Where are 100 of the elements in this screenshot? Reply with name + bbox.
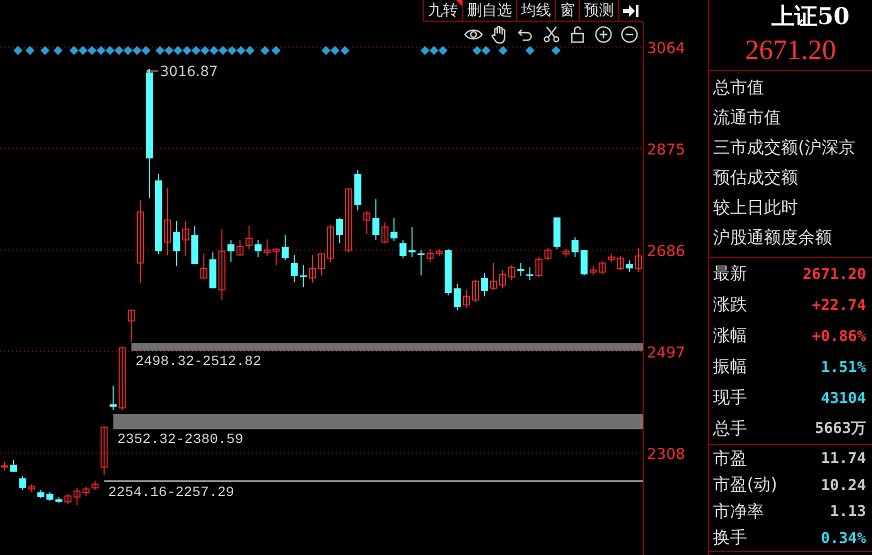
candle xyxy=(634,247,642,273)
candle xyxy=(408,226,416,258)
candle xyxy=(336,217,344,244)
candle xyxy=(110,385,117,411)
field-label: 较上日此时 xyxy=(713,197,799,220)
candle xyxy=(580,250,588,276)
candle xyxy=(46,492,54,502)
candle xyxy=(345,188,352,253)
stat-label: 换手 xyxy=(713,527,747,550)
stat-value: 1.51% xyxy=(820,358,866,376)
stat-label: 现手 xyxy=(713,387,747,409)
toolbar-button[interactable]: 窗 xyxy=(556,0,580,21)
candle xyxy=(1,462,8,471)
candle xyxy=(19,476,26,491)
candle xyxy=(472,280,479,303)
candle xyxy=(544,247,552,261)
candle xyxy=(572,236,579,258)
candle xyxy=(390,217,398,242)
candle xyxy=(246,225,253,250)
candle xyxy=(490,262,498,290)
gap-range-label: 2254.16-2257.29 xyxy=(108,484,234,501)
candle xyxy=(318,253,325,276)
candle xyxy=(381,222,388,244)
candle xyxy=(400,239,406,259)
axis-tick-label: 2686 xyxy=(647,242,686,260)
candle xyxy=(227,239,234,262)
candle xyxy=(590,266,597,276)
candle xyxy=(481,272,488,297)
candle xyxy=(553,216,560,250)
candle xyxy=(73,487,80,506)
stat-label: 总手 xyxy=(713,418,747,440)
candle xyxy=(92,480,99,491)
zoom-in-icon[interactable] xyxy=(594,25,613,44)
lock-icon[interactable] xyxy=(568,25,587,44)
candle xyxy=(327,224,334,262)
candle xyxy=(354,170,362,211)
candle xyxy=(308,254,316,284)
toolbar-button[interactable]: 预测 xyxy=(580,0,619,21)
candle xyxy=(264,238,271,257)
candle xyxy=(562,248,570,258)
gap-range-label: 2352.32-2380.59 xyxy=(117,432,244,448)
field-label: 总市值 xyxy=(713,77,765,100)
stat-value: 0.34% xyxy=(820,528,866,547)
candle xyxy=(254,239,262,258)
candle xyxy=(418,250,425,276)
candle xyxy=(100,426,108,476)
candle xyxy=(82,486,90,496)
candle xyxy=(128,310,135,342)
candle xyxy=(182,220,190,257)
axis-tick-label: 2875 xyxy=(647,140,686,159)
candle xyxy=(598,260,606,275)
candle xyxy=(372,198,380,240)
peak-leader-line xyxy=(146,68,158,74)
stat-label: 最新 xyxy=(713,263,747,285)
candle xyxy=(10,460,18,472)
candle xyxy=(363,210,370,235)
candle xyxy=(499,269,506,289)
toolbar-button[interactable]: 删自选 xyxy=(463,0,517,21)
candle xyxy=(454,283,461,311)
candle xyxy=(436,248,443,257)
stat-value: +22.74 xyxy=(812,296,866,314)
stat-value: 10.24 xyxy=(820,476,866,494)
candle xyxy=(626,260,633,273)
scissors-icon[interactable] xyxy=(542,25,561,44)
candle xyxy=(209,252,216,289)
toolbar-button[interactable]: 九转 xyxy=(424,0,463,21)
candle xyxy=(444,248,452,296)
candle xyxy=(426,248,434,262)
candle xyxy=(290,254,298,283)
candle xyxy=(28,484,36,493)
candle xyxy=(164,188,172,256)
stat-value: 5663万 xyxy=(814,419,866,438)
candle xyxy=(462,289,470,309)
axis-tick-label: 3064 xyxy=(647,39,686,58)
peak-price-label: 3016.87 xyxy=(160,64,218,80)
stat-label: 市盈(动) xyxy=(713,474,778,496)
toolbar-button[interactable]: 均线 xyxy=(517,0,556,21)
zoom-out-icon[interactable] xyxy=(620,25,639,44)
candle xyxy=(37,490,44,499)
stat-label: 振幅 xyxy=(713,356,747,378)
stat-label: 涨幅 xyxy=(713,325,747,347)
stat-value: 43104 xyxy=(820,388,866,406)
candle xyxy=(200,253,208,279)
candle xyxy=(535,256,542,278)
field-label: 三市成交额(沪深京 xyxy=(713,137,857,160)
candle xyxy=(526,266,534,281)
candle xyxy=(64,493,72,504)
stat-value: 1.13 xyxy=(830,502,866,520)
candle xyxy=(616,256,624,270)
stat-value: +0.86% xyxy=(812,326,866,344)
candle xyxy=(282,234,289,261)
candle xyxy=(300,264,307,288)
candle xyxy=(173,220,180,267)
gap-range-label: 2498.32-2512.82 xyxy=(135,354,262,370)
stat-value: 11.74 xyxy=(820,449,866,468)
stat-value: 2671.20 xyxy=(802,264,866,282)
field-label: 沪股通额度余额 xyxy=(713,227,833,250)
stat-label: 市盈 xyxy=(713,448,747,470)
stat-label: 市净率 xyxy=(713,500,764,523)
candle xyxy=(191,225,198,265)
